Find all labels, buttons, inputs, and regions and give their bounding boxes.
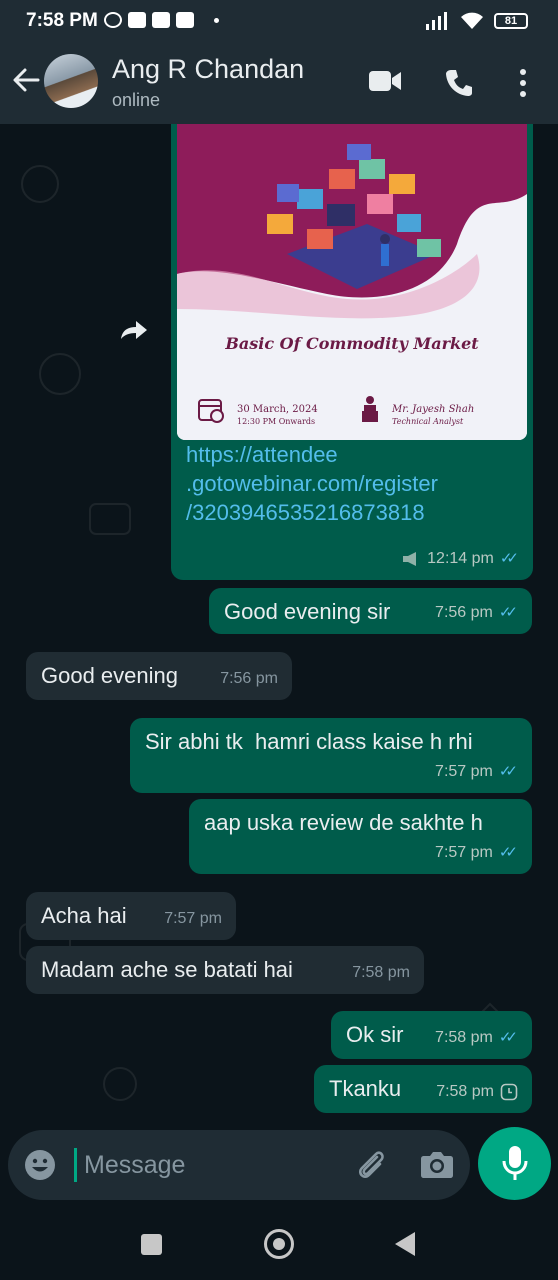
message-time: 7:58 pm [435, 1029, 493, 1046]
alarm-icon [104, 12, 122, 28]
message-bubble-outgoing[interactable]: aap uska review de sakhte h 7:57 pm ✓✓ [189, 799, 532, 874]
poster-date: 30 March, 2024 12:30 PM Onwards [237, 404, 318, 428]
system-nav-bar [0, 1210, 558, 1280]
message-meta: 7:56 pm ✓✓ [435, 599, 518, 626]
message-text: Madam ache se batati hai [41, 957, 293, 982]
video-call-icon[interactable] [368, 68, 402, 94]
message-meta: 7:58 pm ✓✓ [435, 1024, 518, 1051]
status-bar: 7:58 PM 81 [0, 0, 558, 44]
more-notifications-dot [214, 18, 219, 23]
poster-speaker-name: Mr. Jayesh Shah [392, 404, 475, 415]
message-time: 7:57 pm [164, 910, 222, 927]
status-time: 7:58 PM [26, 10, 98, 31]
message-time: 7:57 pm [435, 844, 493, 861]
poster-time-value: 12:30 PM Onwards [237, 417, 316, 426]
message-text: Good evening sir [224, 599, 391, 624]
message-meta: 12:14 pm ✓✓ [401, 545, 519, 572]
poster-date-value: 30 March, 2024 [237, 404, 318, 415]
back-arrow-icon[interactable] [12, 66, 40, 94]
poster-title: Basic Of Commodity Market [225, 334, 479, 353]
contact-status: online [112, 90, 161, 110]
signal-icon [426, 12, 447, 30]
battery-icon: 81 [494, 13, 528, 29]
message-meta: 7:57 pm ✓✓ [435, 758, 518, 785]
message-composer[interactable]: Message [8, 1130, 470, 1200]
youtube-icon [176, 12, 194, 28]
poster-speaker: Mr. Jayesh Shah Technical Analyst [392, 404, 474, 428]
message-text: aap uska review de sakhte h [204, 810, 483, 835]
voice-record-button[interactable] [478, 1127, 551, 1200]
notification-icons [104, 12, 219, 28]
message-text: Sir abhi tk hamri class kaise h rhi [145, 729, 473, 754]
message-bubble-incoming[interactable]: Acha hai 7:57 pm [26, 892, 236, 940]
link-line[interactable]: /3203946535216873818 [186, 498, 438, 527]
message-time: 7:58 pm [352, 964, 410, 981]
gallery-icon [152, 12, 170, 28]
webinar-poster-image[interactable]: Basic Of Commodity Market 30 March, 2024… [177, 124, 527, 440]
link-line[interactable]: .gotowebinar.com/register [186, 469, 438, 498]
contact-name[interactable]: Ang R Chandan [112, 54, 304, 85]
read-ticks-icon: ✓✓ [499, 550, 519, 567]
message-bubble-outgoing[interactable]: Basic Of Commodity Market 30 March, 2024… [171, 124, 533, 580]
attach-icon[interactable] [353, 1147, 389, 1183]
message-time: 12:14 pm [427, 550, 494, 567]
broadcast-icon [403, 551, 417, 566]
message-bubble-incoming[interactable]: Good evening 7:56 pm [26, 652, 292, 700]
message-meta: 7:57 pm [164, 905, 222, 932]
recent-apps-button[interactable] [141, 1234, 162, 1255]
read-ticks-icon: ✓✓ [498, 604, 518, 621]
chat-header: Ang R Chandan online [0, 44, 558, 124]
message-time: 7:56 pm [220, 670, 278, 687]
message-text: Tkanku [329, 1076, 402, 1101]
poster-speaker-role: Technical Analyst [392, 417, 464, 426]
forward-icon[interactable] [120, 320, 148, 340]
message-bubble-outgoing[interactable]: Ok sir 7:58 pm ✓✓ [331, 1011, 532, 1059]
message-text: Good evening [41, 663, 178, 688]
voice-call-icon[interactable] [444, 68, 474, 98]
message-bubble-incoming[interactable]: Madam ache se batati hai 7:58 pm [26, 946, 424, 994]
message-meta: 7:58 pm [352, 959, 410, 986]
message-bubble-outgoing[interactable]: Tkanku 7:58 pm [314, 1065, 532, 1113]
read-ticks-icon: ✓✓ [498, 1029, 518, 1046]
back-button[interactable] [395, 1232, 415, 1256]
message-meta: 7:57 pm ✓✓ [435, 839, 518, 866]
message-time: 7:58 pm [436, 1083, 494, 1100]
message-link[interactable]: https://attendee .gotowebinar.com/regist… [186, 440, 438, 527]
message-time: 7:57 pm [435, 763, 493, 780]
clock-pending-icon [500, 1083, 518, 1100]
message-text: Ok sir [346, 1022, 404, 1047]
message-text: Acha hai [41, 903, 127, 928]
read-ticks-icon: ✓✓ [498, 844, 518, 861]
read-ticks-icon: ✓✓ [498, 763, 518, 780]
emoji-icon[interactable] [24, 1149, 56, 1181]
message-bubble-outgoing[interactable]: Sir abhi tk hamri class kaise h rhi 7:57… [130, 718, 532, 793]
message-input[interactable]: Message [84, 1151, 185, 1180]
poster-artwork [177, 124, 527, 440]
message-list[interactable]: Basic Of Commodity Market 30 March, 2024… [0, 124, 558, 1130]
contact-avatar[interactable] [44, 54, 98, 108]
message-meta: 7:56 pm [220, 665, 278, 692]
message-meta: 7:58 pm [436, 1078, 518, 1105]
microphone-icon [502, 1146, 528, 1180]
link-line[interactable]: https://attendee [186, 440, 438, 469]
wifi-icon [461, 12, 483, 29]
more-options-icon[interactable] [518, 68, 528, 98]
camera-icon[interactable] [420, 1149, 454, 1179]
youtube-icon [128, 12, 146, 28]
text-caret [74, 1148, 77, 1182]
message-bubble-outgoing[interactable]: Good evening sir 7:56 pm ✓✓ [209, 588, 532, 634]
message-time: 7:56 pm [435, 604, 493, 621]
home-button[interactable] [264, 1229, 294, 1259]
